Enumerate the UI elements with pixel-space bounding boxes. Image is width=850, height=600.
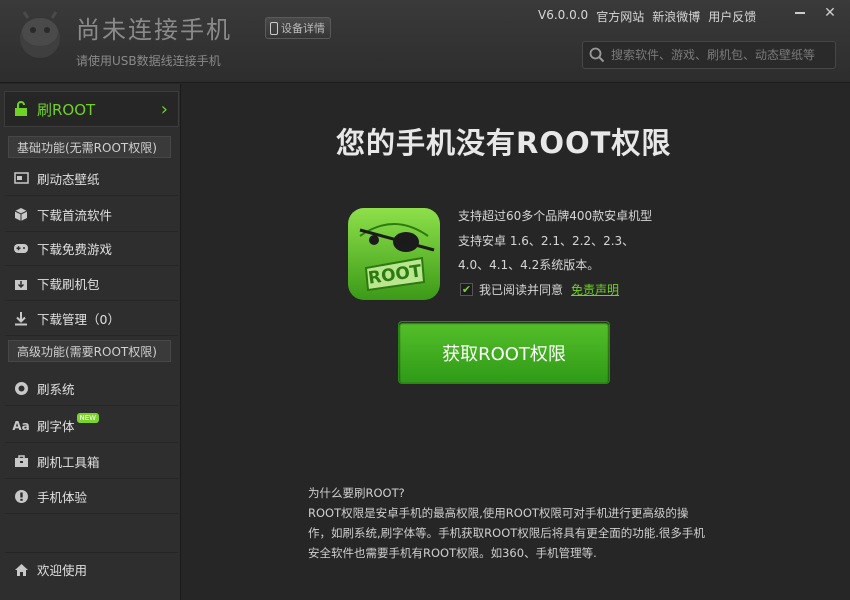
toolbox-icon bbox=[13, 454, 29, 470]
sidebar-item-flash-system[interactable]: 刷系统 bbox=[5, 372, 178, 406]
why-root-section: 为什么要刷ROOT? ROOT权限是安卓手机的最高权限,使用ROOT权限可对手机… bbox=[308, 483, 708, 563]
sidebar-item-label: 刷系统 bbox=[37, 382, 75, 397]
font-icon: Aa bbox=[12, 418, 30, 433]
sidebar-item-label: 下载免费游戏 bbox=[37, 242, 113, 257]
search-icon bbox=[589, 47, 605, 63]
feedback-link[interactable]: 用户反馈 bbox=[708, 8, 756, 25]
system-icon bbox=[13, 381, 29, 397]
sidebar-item-toolbox[interactable]: 刷机工具箱 bbox=[5, 445, 178, 479]
connection-hint: 请使用USB数据线连接手机 bbox=[76, 54, 221, 68]
experience-icon bbox=[13, 489, 29, 505]
sidebar-item-phone-experience[interactable]: 手机体验 bbox=[5, 480, 178, 514]
sidebar-item-label: 手机体验 bbox=[37, 490, 88, 505]
sidebar-item-label: 刷字体 bbox=[37, 419, 75, 434]
agree-label: 我已阅读并同意 bbox=[479, 283, 564, 297]
agreement-row: ✔ 我已阅读并同意 免责声明 bbox=[460, 281, 619, 298]
wallpaper-icon bbox=[13, 171, 29, 187]
why-root-title: 为什么要刷ROOT? bbox=[308, 486, 405, 500]
feature-line-2: 支持安卓 1.6、2.1、2.2、2.3、 bbox=[458, 234, 635, 248]
box-icon bbox=[13, 207, 29, 223]
gamepad-icon bbox=[13, 241, 29, 257]
chevron-right-icon: › bbox=[160, 99, 168, 120]
device-details-button[interactable]: 设备详情 bbox=[265, 17, 331, 39]
minimize-icon bbox=[795, 12, 805, 14]
phone-icon bbox=[270, 21, 278, 35]
device-details-label: 设备详情 bbox=[281, 22, 325, 35]
download-box-icon bbox=[13, 276, 29, 292]
official-site-link[interactable]: 官方网站 bbox=[596, 8, 644, 25]
download-icon bbox=[13, 311, 29, 327]
sidebar-item-flash-font[interactable]: Aa 刷字体 NEW bbox=[5, 409, 178, 443]
page-title: 您的手机没有ROOT权限 bbox=[336, 126, 672, 160]
unlock-icon bbox=[15, 101, 27, 116]
sidebar-item-label: 下载刷机包 bbox=[37, 277, 100, 292]
sidebar-item-download-manager[interactable]: 下载管理（0） bbox=[5, 302, 178, 336]
why-root-body: ROOT权限是安卓手机的最高权限,使用ROOT权限可对手机进行更高级的操作，如刷… bbox=[308, 506, 705, 560]
sidebar-item-root[interactable]: 刷ROOT › bbox=[4, 91, 179, 127]
sidebar-item-welcome[interactable]: 欢迎使用 bbox=[5, 552, 178, 586]
window-controls: ✕ bbox=[785, 2, 845, 24]
close-icon: ✕ bbox=[824, 5, 836, 21]
sidebar-item-download-apps[interactable]: 下载首流软件 bbox=[5, 198, 178, 232]
home-icon bbox=[13, 562, 29, 578]
android-logo-icon bbox=[20, 11, 60, 58]
sidebar-item-live-wallpaper[interactable]: 刷动态壁纸 bbox=[5, 162, 178, 196]
sidebar-item-download-roms[interactable]: 下载刷机包 bbox=[5, 267, 178, 301]
sidebar: 刷ROOT › 基础功能(无需ROOT权限) 刷动态壁纸 下载首流软件 下载免费… bbox=[0, 84, 181, 600]
connection-status-title: 尚未连接手机 bbox=[76, 16, 232, 44]
top-links: V6.0.0.0 官方网站 新浪微博 用户反馈 bbox=[538, 8, 756, 25]
sidebar-root-label: 刷ROOT bbox=[37, 100, 96, 119]
root-app-icon: ROOT bbox=[348, 208, 440, 300]
close-button[interactable]: ✕ bbox=[815, 2, 845, 24]
sidebar-item-label: 刷机工具箱 bbox=[37, 455, 100, 470]
weibo-link[interactable]: 新浪微博 bbox=[652, 8, 700, 25]
disclaimer-link[interactable]: 免责声明 bbox=[571, 281, 619, 298]
search-input[interactable] bbox=[611, 48, 831, 62]
sidebar-item-label: 欢迎使用 bbox=[37, 563, 88, 578]
sidebar-item-download-games[interactable]: 下载免费游戏 bbox=[5, 232, 178, 266]
advanced-functions-header: 高级功能(需要ROOT权限) bbox=[8, 340, 171, 362]
version-label: V6.0.0.0 bbox=[538, 8, 589, 22]
new-badge: NEW bbox=[76, 412, 100, 423]
basic-functions-header: 基础功能(无需ROOT权限) bbox=[8, 136, 171, 158]
agree-checkbox[interactable]: ✔ bbox=[460, 283, 473, 296]
get-root-button[interactable]: 获取ROOT权限 bbox=[398, 321, 610, 384]
feature-line-1: 支持超过60多个品牌400款安卓机型 bbox=[458, 209, 653, 223]
sidebar-item-label: 刷动态壁纸 bbox=[37, 172, 100, 187]
minimize-button[interactable] bbox=[785, 2, 815, 24]
search-box bbox=[582, 41, 836, 69]
sidebar-item-label: 下载首流软件 bbox=[37, 208, 113, 223]
title-bar: 尚未连接手机 请使用USB数据线连接手机 设备详情 V6.0.0.0 官方网站 … bbox=[0, 0, 850, 83]
feature-line-3: 4.0、4.1、4.2系统版本。 bbox=[458, 258, 600, 272]
sidebar-item-label: 下载管理（0） bbox=[37, 312, 120, 327]
